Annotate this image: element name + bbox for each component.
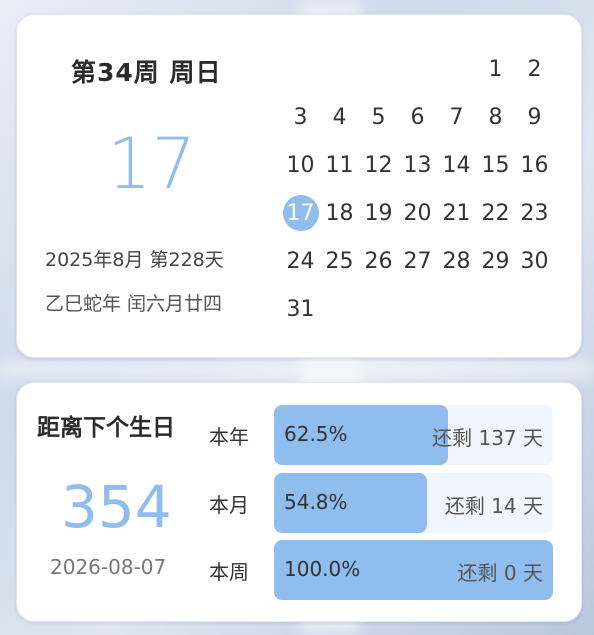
calendar-day[interactable]: 28	[437, 237, 476, 285]
calendar-day-number: 12	[364, 152, 393, 178]
calendar-day-number: 28	[442, 248, 471, 274]
calendar-day[interactable]: 15	[476, 141, 515, 189]
calendar-day-number: 19	[364, 200, 393, 226]
calendar-day-number: 1	[488, 56, 503, 82]
calendar-empty-cell	[320, 45, 359, 93]
date-info: 2025年8月 第228天	[45, 249, 224, 271]
calendar-day-number: 10	[286, 152, 315, 178]
calendar-day[interactable]: 1	[476, 45, 515, 93]
calendar-day-number: 26	[364, 248, 393, 274]
progress-percent: 54.8%	[284, 490, 348, 514]
calendar-day[interactable]: 23	[515, 189, 554, 237]
calendar-empty-cell	[398, 45, 437, 93]
calendar-day-number: 9	[527, 104, 542, 130]
calendar-day[interactable]: 21	[437, 189, 476, 237]
calendar-day-number: 30	[520, 248, 549, 274]
progress-percent: 62.5%	[284, 422, 348, 446]
calendar-day[interactable]: 17	[281, 189, 320, 237]
calendar-day[interactable]: 16	[515, 141, 554, 189]
calendar-day-number: 13	[403, 152, 432, 178]
calendar-day-today: 17	[282, 195, 319, 231]
progress-row-week: 本周 100.0% 还剩 0 天	[209, 540, 553, 600]
progress-percent: 100.0%	[284, 557, 361, 581]
calendar-day[interactable]: 19	[359, 189, 398, 237]
progress-label: 本月	[209, 493, 249, 517]
calendar-day[interactable]: 25	[320, 237, 359, 285]
progress-remaining: 还剩 14 天	[444, 494, 543, 518]
calendar-day-number: 8	[488, 104, 503, 130]
calendar-day[interactable]: 4	[320, 93, 359, 141]
calendar-day[interactable]: 7	[437, 93, 476, 141]
calendar-day[interactable]: 27	[398, 237, 437, 285]
calendar-day-number: 11	[325, 152, 354, 178]
birthday-title: 距离下个生日	[37, 415, 175, 441]
calendar-day[interactable]: 2	[515, 45, 554, 93]
calendar-day-number: 23	[520, 200, 549, 226]
progress-bar: 54.8% 还剩 14 天	[274, 473, 553, 533]
progress-row-month: 本月 54.8% 还剩 14 天	[209, 473, 553, 533]
calendar-grid: 1 2 3 4 5 6 7 8 9 10 11 12 13 14 15 16 17 18 19 20 21 22 23 24 2…	[281, 45, 554, 333]
progress-remaining: 还剩 0 天	[457, 561, 543, 585]
calendar-card: 第34周 周日 17 2025年8月 第228天 乙巳蛇年 闰六月廿四 1234…	[16, 14, 582, 358]
calendar-day-number: 24	[286, 248, 315, 274]
calendar-day[interactable]: 18	[320, 189, 359, 237]
countdown-card: 距离下个生日 354 2026-08-07 本年 62.5% 还剩 137 天 …	[16, 382, 582, 622]
calendar-day-number: 21	[442, 200, 471, 226]
calendar-day-number: 22	[481, 200, 510, 226]
progress-remaining: 还剩 137 天	[432, 426, 543, 450]
calendar-day[interactable]: 10	[281, 141, 320, 189]
calendar-day[interactable]: 30	[515, 237, 554, 285]
calendar-day[interactable]: 29	[476, 237, 515, 285]
calendar-empty-cell	[437, 45, 476, 93]
calendar-day[interactable]: 6	[398, 93, 437, 141]
calendar-day-number: 5	[371, 104, 386, 130]
calendar-day[interactable]: 22	[476, 189, 515, 237]
progress-label: 本年	[209, 425, 249, 449]
calendar-day[interactable]: 3	[281, 93, 320, 141]
calendar-day-number: 15	[481, 152, 510, 178]
calendar-day-number: 6	[410, 104, 425, 130]
calendar-day[interactable]: 31	[281, 285, 320, 333]
current-day-number: 17	[107, 123, 197, 205]
calendar-day[interactable]: 14	[437, 141, 476, 189]
calendar-day-number: 20	[403, 200, 432, 226]
calendar-day-number: 14	[442, 152, 471, 178]
progress-label: 本周	[209, 560, 249, 584]
calendar-day[interactable]: 8	[476, 93, 515, 141]
lunar-date-info: 乙巳蛇年 闰六月廿四	[45, 293, 223, 315]
calendar-day-number: 27	[403, 248, 432, 274]
birthday-date: 2026-08-07	[50, 555, 167, 579]
calendar-day[interactable]: 9	[515, 93, 554, 141]
calendar-day-number: 2	[527, 56, 542, 82]
calendar-day-number: 7	[449, 104, 464, 130]
progress-bar: 62.5% 还剩 137 天	[274, 405, 553, 465]
calendar-empty-cell	[359, 45, 398, 93]
birthday-days-left: 354	[61, 473, 172, 541]
calendar-day-number: 25	[325, 248, 354, 274]
calendar-day-number: 18	[325, 200, 354, 226]
calendar-day[interactable]: 24	[281, 237, 320, 285]
calendar-day-number: 31	[286, 296, 315, 322]
progress-bar: 100.0% 还剩 0 天	[274, 540, 553, 600]
calendar-day[interactable]: 11	[320, 141, 359, 189]
calendar-day-number: 29	[481, 248, 510, 274]
calendar-day-number: 3	[293, 104, 308, 130]
calendar-day[interactable]: 20	[398, 189, 437, 237]
progress-row-year: 本年 62.5% 还剩 137 天	[209, 405, 553, 465]
week-title: 第34周 周日	[71, 58, 222, 87]
calendar-day-number: 16	[520, 152, 549, 178]
calendar-day[interactable]: 13	[398, 141, 437, 189]
calendar-empty-cell	[281, 45, 320, 93]
calendar-day[interactable]: 12	[359, 141, 398, 189]
calendar-day[interactable]: 5	[359, 93, 398, 141]
calendar-day[interactable]: 26	[359, 237, 398, 285]
calendar-day-number: 4	[332, 104, 347, 130]
